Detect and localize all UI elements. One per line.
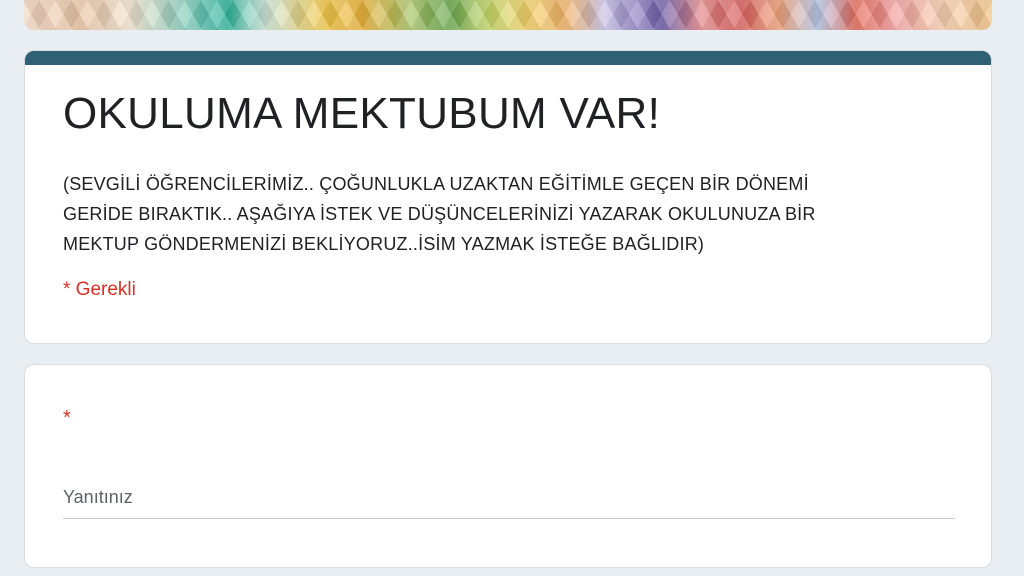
question-card: * xyxy=(24,364,992,568)
header-accent-bar xyxy=(25,51,991,65)
form-header-card: OKULUMA MEKTUBUM VAR! (SEVGİLİ ÖĞRENCİLE… xyxy=(24,50,992,344)
form-title: OKULUMA MEKTUBUM VAR! xyxy=(63,89,661,138)
form-description: (SEVGİLİ ÖĞRENCİLERİMİZ.. ÇOĞUNLUKLA UZA… xyxy=(63,174,816,254)
answer-input[interactable] xyxy=(63,481,955,519)
required-marker: * xyxy=(63,407,71,429)
header-banner-image xyxy=(24,0,992,30)
required-note: * Gerekli xyxy=(63,279,136,300)
